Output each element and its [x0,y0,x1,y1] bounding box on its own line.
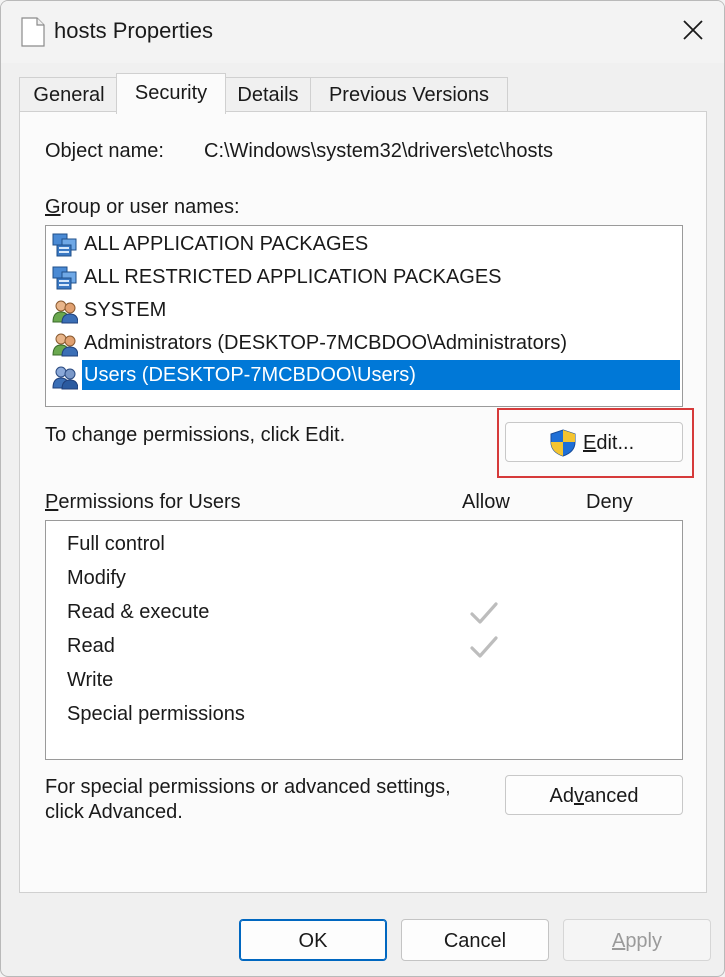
list-item-selected[interactable]: Users (DESKTOP-7MCBDOO\Users) [46,360,682,393]
group-name: Users (DESKTOP-7MCBDOO\Users) [82,360,680,390]
apply-accel: A [611,930,626,952]
app-packages-icon [52,233,77,257]
window-title: hosts Properties [54,18,213,43]
advanced-accel: v [573,785,584,807]
permission-name: Read & execute [67,601,210,623]
title-bar: hosts Properties [1,1,724,63]
permission-row: Write [46,665,682,699]
permission-name: Full control [67,533,165,555]
list-item[interactable]: ALL APPLICATION PACKAGES [46,228,682,261]
group-label-accel: G [45,196,61,218]
close-icon [683,20,703,40]
group-name: ALL RESTRICTED APPLICATION PACKAGES [84,266,502,288]
allow-check-icon [470,602,498,624]
group-label-rest: roup or user names: [60,196,240,218]
apply-button[interactable]: Apply [563,919,711,961]
permission-name: Write [67,669,114,691]
permission-row: Special permissions [46,699,682,733]
file-icon [21,17,45,47]
allow-header: Allow [462,491,510,513]
change-permissions-hint: To change permissions, click Edit. [45,424,346,446]
edit-rest: dit... [596,432,635,454]
object-name-label: Object name: [45,140,164,162]
allow-check-icon [470,636,498,658]
permission-name: Read [67,635,115,657]
ok-button[interactable]: OK [239,919,387,961]
tab-general[interactable]: General [19,77,119,112]
group-name: SYSTEM [84,299,167,321]
tab-details[interactable]: Details [223,77,313,112]
permission-row: Full control [46,529,682,563]
group-name: ALL APPLICATION PACKAGES [84,233,369,255]
permissions-label: Permissions for Users [45,491,241,514]
users-group-icon [52,366,78,390]
permission-row: Modify [46,563,682,597]
tab-security[interactable]: Security [116,73,226,114]
group-list[interactable]: ALL APPLICATION PACKAGES ALL RESTRICTED … [45,225,683,407]
edit-accel: E [583,432,597,454]
list-item[interactable]: SYSTEM [46,294,682,327]
permissions-accel: P [45,491,59,513]
cancel-button[interactable]: Cancel [401,919,549,961]
permission-row: Read & execute [46,597,682,631]
edit-button[interactable]: Edit... [505,422,683,462]
uac-shield-icon [550,429,576,457]
permission-name: Modify [67,567,126,589]
properties-window: hosts Properties General Security Detail… [0,0,725,977]
advanced-hint-line2: click Advanced. [45,801,183,823]
group-name: Administrators (DESKTOP-7MCBDOO\Administ… [84,332,568,354]
object-name-value: C:\Windows\system32\drivers\etc\hosts [204,140,553,162]
users-group-icon [52,333,78,357]
permission-name: Special permissions [67,703,245,725]
permission-row: Read [46,631,682,665]
list-item[interactable]: Administrators (DESKTOP-7MCBDOO\Administ… [46,327,682,360]
users-group-icon [52,300,78,324]
security-panel: Object name: C:\Windows\system32\drivers… [19,111,707,893]
tab-previous-versions[interactable]: Previous Versions [310,77,508,112]
close-button[interactable] [662,1,724,61]
edit-button-label: Edit... [583,423,634,463]
permissions-rest: ermissions for Users [58,491,241,513]
advanced-pre: Ad [549,785,574,807]
apply-rest: pply [625,930,663,952]
list-item[interactable]: ALL RESTRICTED APPLICATION PACKAGES [46,261,682,294]
advanced-hint-line1: For special permissions or advanced sett… [45,776,451,798]
group-names-label: Group or user names: [45,196,240,219]
advanced-post: anced [583,785,639,807]
permissions-list[interactable]: Full control Modify Read & execute Read … [45,520,683,760]
advanced-button[interactable]: Advanced [505,775,683,815]
deny-header: Deny [586,491,633,513]
app-packages-icon [52,266,77,290]
